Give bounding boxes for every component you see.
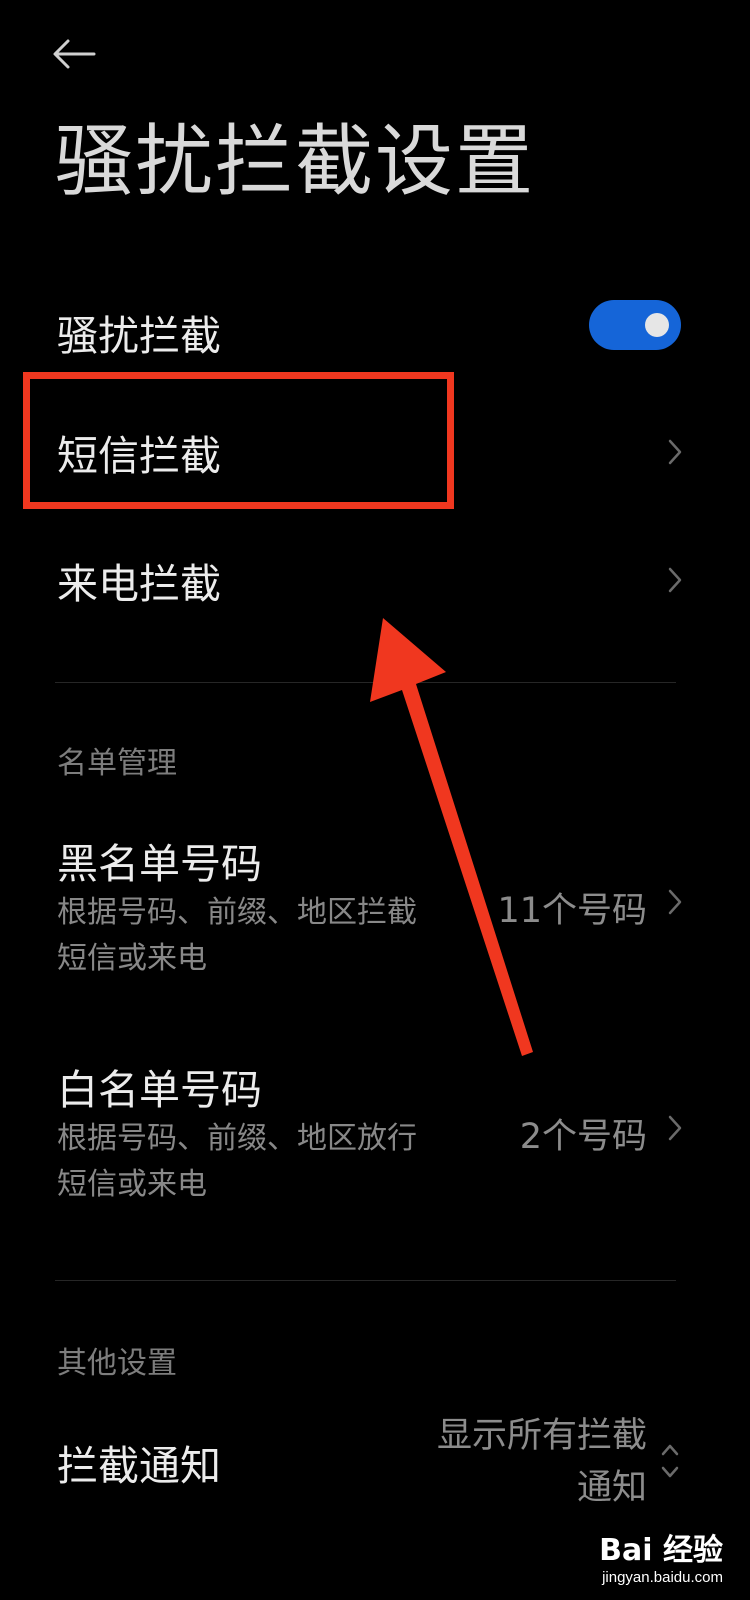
chevron-right-icon	[668, 889, 682, 915]
whitelist-desc-line2: 短信或来电	[57, 1167, 207, 1202]
blacklist-desc-line2: 短信或来电	[57, 941, 207, 976]
chevron-right-icon	[668, 567, 682, 593]
whitelist-title: 白名单号码	[57, 1066, 262, 1114]
call-block-row[interactable]: 来电拦截	[0, 530, 735, 630]
divider	[55, 682, 676, 683]
notification-value-line2: 通知	[576, 1468, 647, 1508]
block-notification-value: 显示所有拦截 通知	[437, 1410, 647, 1514]
call-block-label: 来电拦截	[57, 560, 221, 608]
whitelist-row[interactable]: 白名单号码 根据号码、前缀、地区放行 短信或来电 2个号码	[0, 1046, 735, 1216]
harassment-block-toggle[interactable]	[589, 300, 681, 350]
baidu-watermark: Bai 经验 jingyan.baidu.com	[599, 1525, 723, 1586]
back-arrow-icon[interactable]	[52, 38, 96, 70]
section-header-list-management: 名单管理	[57, 746, 177, 781]
notification-value-line1: 显示所有拦截	[436, 1416, 647, 1456]
chevron-up-down-icon	[661, 1444, 679, 1478]
blacklist-title: 黑名单号码	[57, 840, 262, 888]
divider	[55, 1280, 676, 1281]
block-notification-row[interactable]: 拦截通知 显示所有拦截 通知	[0, 1410, 735, 1520]
harassment-block-label: 骚扰拦截	[57, 312, 221, 360]
blacklist-count: 11个号码	[497, 891, 647, 931]
blacklist-desc-line1: 根据号码、前缀、地区拦截	[57, 895, 417, 930]
page-title: 骚扰拦截设置	[55, 117, 536, 207]
whitelist-description: 根据号码、前缀、地区放行 短信或来电	[57, 1116, 477, 1208]
watermark-url: jingyan.baidu.com	[602, 1569, 723, 1586]
block-notification-label: 拦截通知	[57, 1442, 221, 1490]
whitelist-desc-line1: 根据号码、前缀、地区放行	[57, 1121, 417, 1156]
watermark-logo: Bai 经验	[599, 1533, 723, 1568]
chevron-right-icon	[668, 439, 682, 465]
section-header-other-settings: 其他设置	[57, 1346, 177, 1381]
blacklist-row[interactable]: 黑名单号码 根据号码、前缀、地区拦截 短信或来电 11个号码	[0, 820, 735, 990]
blacklist-description: 根据号码、前缀、地区拦截 短信或来电	[57, 890, 477, 982]
highlight-box	[23, 372, 454, 509]
whitelist-count: 2个号码	[519, 1117, 647, 1157]
toggle-knob	[645, 313, 669, 337]
chevron-right-icon	[668, 1115, 682, 1141]
